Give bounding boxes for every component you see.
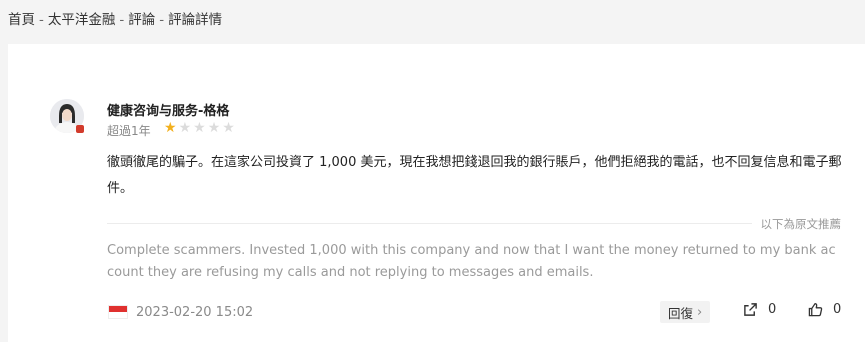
time-ago: 超過1年 — [107, 124, 151, 138]
review-date: 2023-02-20 15:02 — [136, 305, 254, 320]
share-button[interactable]: 0 — [743, 302, 776, 317]
translation-note: 以下為原文推薦 — [760, 217, 842, 231]
thumbs-up-icon — [808, 303, 823, 317]
breadcrumb-separator: - — [119, 12, 125, 28]
reply-button[interactable]: 回復 › — [660, 301, 711, 323]
share-icon — [744, 303, 757, 316]
chevron-right-icon: › — [697, 304, 703, 320]
breadcrumb-home[interactable]: 首頁 — [8, 12, 35, 28]
star-icon: ★ — [164, 120, 177, 136]
breadcrumb-reviews[interactable]: 評論 — [128, 12, 155, 28]
star-icon: ★ — [207, 120, 221, 136]
reply-label: 回復 — [668, 305, 694, 321]
rating-stars: ★ ★ ★ ★ ★ — [164, 121, 235, 135]
breadcrumb-broker[interactable]: 太平洋金融 — [48, 12, 116, 28]
star-icon: ★ — [222, 120, 235, 136]
like-count: 0 — [833, 302, 842, 317]
share-count: 0 — [768, 302, 777, 317]
singapore-flag-icon — [108, 305, 128, 319]
like-button[interactable]: 0 — [808, 302, 841, 317]
review-text: 徹頭徹尾的騙子。在這家公司投資了 1,000 美元，現在我想把錢退回我的銀行賬戶… — [107, 155, 842, 196]
avatar-badge — [76, 125, 84, 133]
breadcrumb-current: 評論詳情 — [168, 12, 223, 28]
breadcrumb-separator: - — [159, 12, 165, 28]
user-name[interactable]: 健康咨询与服务-格格 — [107, 100, 229, 119]
review-card: 健康咨询与服务-格格 超過1年 ★ ★ ★ ★ ★ 徹頭徹尾的騙子。在這家公司投… — [8, 44, 865, 342]
divider — [107, 223, 752, 224]
breadcrumb-separator: - — [39, 12, 44, 28]
breadcrumb: 首頁 - 太平洋金融 - 評論 - 評論詳情 — [8, 8, 222, 28]
star-icon: ★ — [193, 120, 206, 136]
review-translation: Complete scammers. Invested 1,000 with t… — [107, 243, 836, 280]
star-icon: ★ — [178, 120, 192, 136]
